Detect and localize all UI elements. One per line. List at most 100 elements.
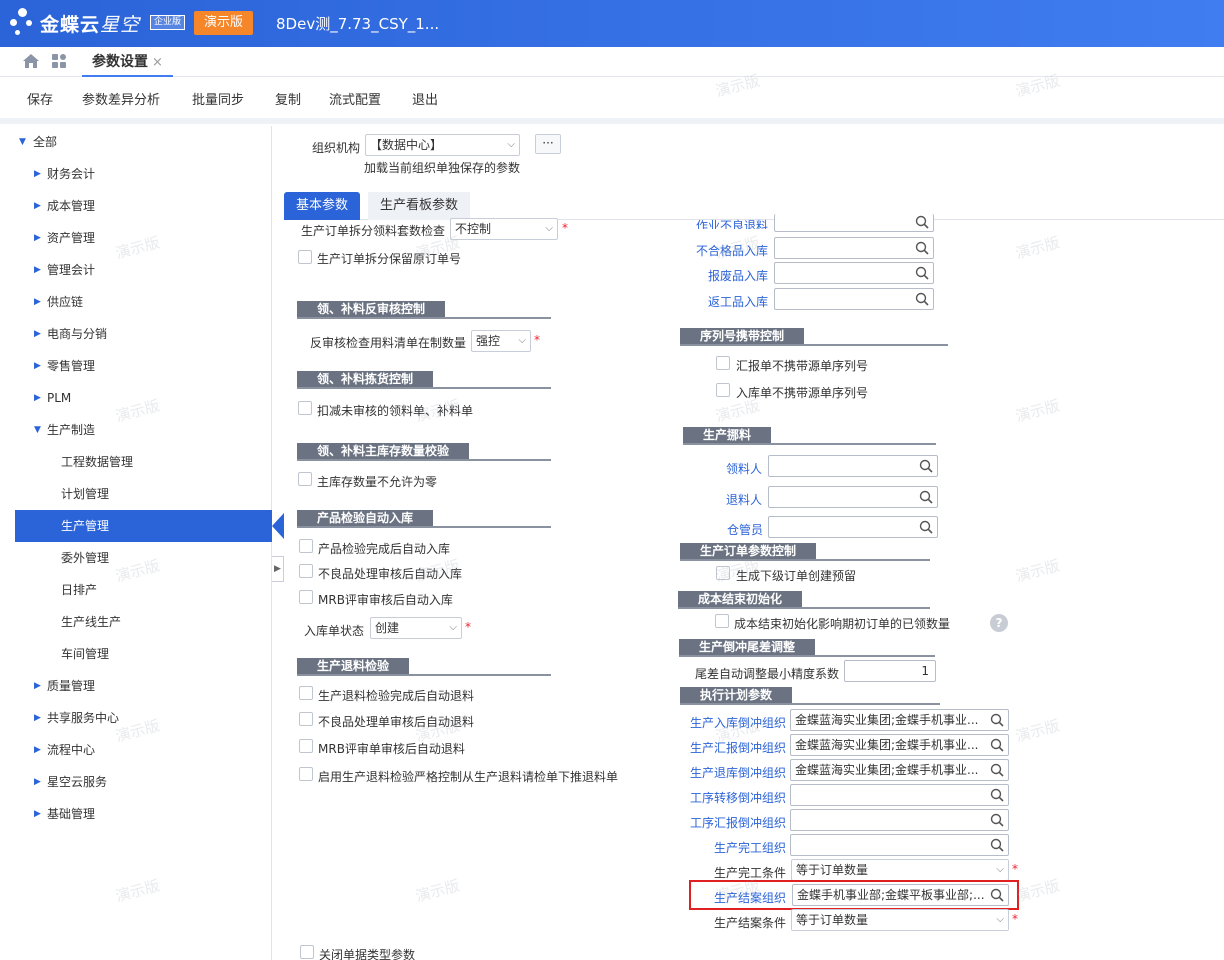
serial-1-checkbox[interactable] bbox=[716, 356, 730, 370]
search-icon[interactable] bbox=[919, 459, 933, 473]
exec-org-lookup[interactable]: 金蝶蓝海实业集团;金蝶手机事业... bbox=[790, 709, 1009, 731]
caret-down-icon[interactable]: ▼ bbox=[34, 414, 41, 446]
caret-right-icon[interactable]: ▶ bbox=[34, 702, 41, 734]
return-3-checkbox[interactable] bbox=[299, 739, 313, 753]
close-cond-select[interactable]: 等于订单数量 ⌵ bbox=[791, 909, 1009, 931]
search-icon[interactable] bbox=[990, 888, 1004, 902]
sidebar-item[interactable]: 生产管理 bbox=[15, 510, 272, 542]
caret-right-icon[interactable]: ▶ bbox=[34, 318, 41, 350]
lookup-input[interactable] bbox=[774, 237, 934, 259]
move-lookup-input[interactable] bbox=[768, 486, 938, 508]
sidebar-item[interactable]: ▶ 资产管理 bbox=[15, 222, 272, 254]
caret-right-icon[interactable]: ▶ bbox=[34, 382, 41, 414]
sidebar-item[interactable]: 计划管理 bbox=[15, 478, 272, 510]
database-title[interactable]: 8Dev测_7.73_CSY_1... bbox=[276, 13, 439, 34]
caret-right-icon[interactable]: ▶ bbox=[34, 350, 41, 382]
cost-1-checkbox[interactable] bbox=[715, 614, 729, 628]
lookup-input[interactable] bbox=[774, 288, 934, 310]
tab-close-icon[interactable]: × bbox=[152, 55, 163, 70]
sidebar-item[interactable]: ▶ 星空云服务 bbox=[15, 766, 272, 798]
search-icon[interactable] bbox=[915, 266, 929, 280]
caret-right-icon[interactable]: ▶ bbox=[34, 798, 41, 830]
instock-status-select[interactable]: 创建 ⌵ bbox=[370, 617, 462, 639]
complete-cond-select[interactable]: 等于订单数量 ⌵ bbox=[791, 859, 1009, 881]
exec-org-lookup[interactable] bbox=[790, 809, 1009, 831]
exec-org-lookup[interactable]: 金蝶蓝海实业集团;金蝶手机事业... bbox=[790, 759, 1009, 781]
serial-2-checkbox[interactable] bbox=[716, 383, 730, 397]
exec-org-lookup[interactable]: 金蝶蓝海实业集团;金蝶手机事业... bbox=[790, 734, 1009, 756]
sidebar-item[interactable]: ▼ 全部 bbox=[15, 126, 272, 158]
search-icon[interactable] bbox=[990, 763, 1004, 777]
demo-edition-button[interactable]: 演示版 bbox=[194, 11, 253, 35]
flow-config-button[interactable]: 流式配置 bbox=[329, 89, 381, 108]
caret-right-icon[interactable]: ▶ bbox=[34, 286, 41, 318]
sidebar-item[interactable]: 生产线生产 bbox=[15, 606, 272, 638]
sidebar-item[interactable]: ▶ PLM bbox=[15, 382, 272, 414]
sidebar-item[interactable]: 日排产 bbox=[15, 574, 272, 606]
sidebar-item[interactable]: 委外管理 bbox=[15, 542, 272, 574]
caret-right-icon[interactable]: ▶ bbox=[34, 254, 41, 286]
sidebar-item[interactable]: ▶ 电商与分销 bbox=[15, 318, 272, 350]
close-bill-type-checkbox[interactable] bbox=[300, 945, 314, 959]
copy-button[interactable]: 复制 bbox=[275, 89, 301, 108]
exit-button[interactable]: 退出 bbox=[412, 89, 438, 108]
sidebar-item[interactable]: ▶ 质量管理 bbox=[15, 670, 272, 702]
reaudit-select[interactable]: 强控 ⌵ bbox=[471, 330, 531, 352]
inspect-2-checkbox[interactable] bbox=[299, 564, 313, 578]
search-icon[interactable] bbox=[915, 241, 929, 255]
search-icon[interactable] bbox=[990, 738, 1004, 752]
move-lookup-input[interactable] bbox=[768, 516, 938, 538]
pick-deduct-checkbox[interactable] bbox=[298, 401, 312, 415]
exec-org-lookup[interactable] bbox=[790, 784, 1009, 806]
collapse-sidebar-handle[interactable] bbox=[272, 513, 284, 539]
sidebar-item[interactable]: ▶ 流程中心 bbox=[15, 734, 272, 766]
batch-sync-button[interactable]: 批量同步 bbox=[192, 89, 244, 108]
search-icon[interactable] bbox=[919, 490, 933, 504]
tab-basic-params[interactable]: 基本参数 bbox=[284, 192, 361, 220]
close-org-lookup[interactable]: 金蝶手机事业部;金蝶平板事业部;... bbox=[792, 884, 1009, 906]
search-icon[interactable] bbox=[915, 215, 929, 229]
return-1-checkbox[interactable] bbox=[299, 686, 313, 700]
org-more-button[interactable]: ··· bbox=[535, 134, 561, 154]
sidebar-item[interactable]: ▶ 基础管理 bbox=[15, 798, 272, 830]
split-keep-no-checkbox[interactable] bbox=[298, 250, 312, 264]
search-icon[interactable] bbox=[990, 713, 1004, 727]
sidebar-item[interactable]: ▼ 生产制造 bbox=[15, 414, 272, 446]
caret-right-icon[interactable]: ▶ bbox=[34, 766, 41, 798]
sidebar-item[interactable]: ▶ 财务会计 bbox=[15, 158, 272, 190]
move-lookup-input[interactable] bbox=[768, 455, 938, 477]
split-check-select[interactable]: 不控制 ⌵ bbox=[450, 218, 558, 240]
return-2-checkbox[interactable] bbox=[299, 712, 313, 726]
sidebar-item[interactable]: ▶ 管理会计 bbox=[15, 254, 272, 286]
exec-org-lookup[interactable] bbox=[790, 834, 1009, 856]
lookup-input[interactable] bbox=[774, 262, 934, 284]
offset-number-input[interactable]: 1 bbox=[844, 660, 936, 682]
save-button[interactable]: 保存 bbox=[27, 89, 53, 108]
stock-no-zero-checkbox[interactable] bbox=[298, 472, 312, 486]
search-icon[interactable] bbox=[990, 813, 1004, 827]
org-select[interactable]: 【数据中心】 ⌵ bbox=[365, 134, 520, 156]
sidebar-item[interactable]: ▶ 零售管理 bbox=[15, 350, 272, 382]
lookup-input[interactable] bbox=[774, 214, 934, 232]
sidebar-item[interactable]: ▶ 共享服务中心 bbox=[15, 702, 272, 734]
tab-kanban-params[interactable]: 生产看板参数 bbox=[368, 192, 471, 220]
inspect-1-checkbox[interactable] bbox=[299, 539, 313, 553]
return-4-checkbox[interactable] bbox=[299, 767, 313, 781]
caret-right-icon[interactable]: ▶ bbox=[34, 222, 41, 254]
inspect-3-checkbox[interactable] bbox=[299, 590, 313, 604]
caret-right-icon[interactable]: ▶ bbox=[34, 158, 41, 190]
help-icon[interactable]: ? bbox=[990, 614, 1008, 632]
param-diff-analysis-button[interactable]: 参数差异分析 bbox=[82, 89, 160, 108]
caret-right-icon[interactable]: ▶ bbox=[34, 670, 41, 702]
sidebar-item[interactable]: ▶ 供应链 bbox=[15, 286, 272, 318]
caret-right-icon[interactable]: ▶ bbox=[34, 190, 41, 222]
sidebar-item[interactable]: 工程数据管理 bbox=[15, 446, 272, 478]
tab-param-settings[interactable]: 参数设置 × bbox=[82, 47, 173, 77]
search-icon[interactable] bbox=[919, 520, 933, 534]
home-icon[interactable] bbox=[22, 53, 40, 69]
search-icon[interactable] bbox=[990, 838, 1004, 852]
caret-right-icon[interactable]: ▶ bbox=[34, 734, 41, 766]
search-icon[interactable] bbox=[915, 292, 929, 306]
apps-grid-icon[interactable] bbox=[52, 54, 68, 70]
order-1-checkbox[interactable] bbox=[716, 566, 730, 580]
